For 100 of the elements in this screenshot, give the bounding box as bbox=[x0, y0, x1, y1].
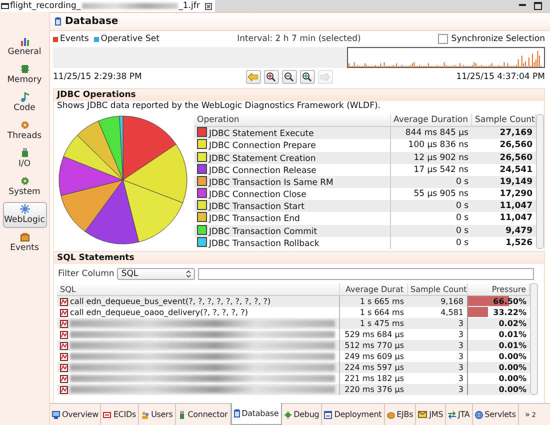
column-header[interactable]: Pressure bbox=[467, 283, 530, 296]
box-icon bbox=[20, 232, 30, 242]
table-cell: 100 µs 836 ns bbox=[390, 139, 472, 152]
sidebar-item[interactable]: Threads bbox=[2, 118, 46, 144]
view-tab[interactable]: EJBs bbox=[384, 404, 416, 425]
chart-icon bbox=[20, 36, 30, 46]
table-cell: 221 ms 182 µs bbox=[339, 373, 407, 384]
table-cell: 249 ms 609 µs bbox=[339, 351, 407, 362]
section-description: Shows JDBC data reported by the WebLogic Diagnostics Framework (WLDF). bbox=[56, 101, 382, 112]
table-cell: 0.01% bbox=[498, 341, 526, 350]
table-cell: 9,479 bbox=[472, 224, 536, 237]
view-tab[interactable]: ECIDs bbox=[101, 404, 140, 425]
view-tab[interactable]: Deployment bbox=[322, 404, 385, 425]
back-button[interactable] bbox=[246, 70, 260, 84]
table-cell: JDBC Transaction Commit bbox=[209, 226, 318, 237]
arrows-icon bbox=[448, 410, 456, 418]
sidebar-item[interactable]: General bbox=[2, 34, 46, 60]
sidebar-item[interactable]: System bbox=[2, 174, 46, 200]
view-tab[interactable]: Overview bbox=[50, 404, 102, 425]
zoom-in-icon bbox=[266, 72, 276, 82]
users-icon bbox=[141, 410, 150, 418]
table-cell: 17,290 bbox=[472, 188, 536, 200]
table-cell: 0.02% bbox=[498, 319, 526, 328]
chip-icon bbox=[20, 64, 30, 74]
sql-icon bbox=[60, 364, 68, 372]
scrollbar[interactable] bbox=[536, 114, 544, 249]
view-tab[interactable]: Users bbox=[139, 404, 176, 425]
note-icon bbox=[20, 92, 30, 102]
start-time: 11/25/15 2:29:38 PM bbox=[53, 72, 143, 82]
view-tab[interactable]: Servlets bbox=[472, 404, 519, 425]
maximize-icon bbox=[534, 2, 542, 10]
filter-field[interactable] bbox=[198, 268, 534, 280]
arrow-left-icon bbox=[248, 72, 258, 80]
sql-icon bbox=[60, 320, 68, 328]
sidebar-item[interactable]: Code bbox=[2, 90, 46, 116]
editor-tab[interactable]: flight_recording_ _1.jfr bbox=[0, 0, 215, 12]
envelope-icon bbox=[418, 411, 428, 418]
sidebar-item[interactable]: WebLogic bbox=[2, 202, 46, 228]
table-cell: 0.00% bbox=[498, 385, 526, 394]
column-header[interactable]: Sample Count bbox=[472, 114, 536, 127]
table-cell: 220 ms 376 µs bbox=[339, 384, 407, 395]
monitor-icon bbox=[52, 410, 60, 418]
window-icon bbox=[1, 3, 9, 9]
table-cell: 0 s bbox=[390, 212, 472, 225]
table-cell: 0 s bbox=[390, 176, 472, 188]
sql-icon bbox=[60, 342, 68, 350]
table-cell: 0 s bbox=[390, 224, 472, 237]
section-header: JDBC Operations bbox=[54, 89, 544, 101]
table-cell: 17 µs 542 ns bbox=[390, 164, 472, 176]
table-cell: JDBC Transaction End bbox=[209, 214, 300, 224]
window-icon bbox=[324, 410, 332, 418]
sidebar-item[interactable]: Events bbox=[2, 230, 46, 256]
zoom-out-button[interactable] bbox=[282, 70, 296, 84]
zoom-in-button[interactable] bbox=[264, 70, 278, 84]
column-header[interactable]: Operation bbox=[194, 114, 390, 127]
table-cell: 24,541 bbox=[472, 164, 536, 176]
scrollbar[interactable] bbox=[530, 283, 538, 395]
table-cell: 3 bbox=[407, 318, 467, 329]
table-cell: 529 ms 684 µs bbox=[339, 329, 407, 340]
tab-title-start: flight_recording_ bbox=[10, 1, 81, 11]
column-header[interactable]: Average Durat bbox=[339, 283, 407, 296]
zoom-selection-button[interactable] bbox=[300, 70, 314, 84]
legend-label: Events bbox=[60, 34, 89, 44]
view-tab[interactable]: JTA bbox=[446, 404, 473, 425]
table-cell: 844 ms 845 µs bbox=[390, 126, 472, 140]
table-cell: JDBC Connection Prepare bbox=[209, 141, 316, 152]
gear-icon bbox=[20, 176, 30, 186]
table-cell: 12 µs 902 ns bbox=[390, 152, 472, 164]
table-cell: 1 s 664 ms bbox=[339, 307, 407, 318]
spinner-arrows-icon bbox=[186, 270, 192, 278]
table-cell: JDBC Connection Release bbox=[209, 166, 316, 176]
sql-icon bbox=[60, 298, 68, 306]
table-cell-text: 26,560 bbox=[498, 139, 534, 152]
sidebar-item[interactable]: I/O bbox=[2, 146, 46, 172]
arrow-right-icon bbox=[320, 72, 330, 80]
table-cell: 3 bbox=[407, 362, 467, 373]
table-cell: call edn_dequeue_bus_event(?, ?, ?, ?, ?, ?, ?, ?, ?) bbox=[70, 296, 271, 307]
table-cell: 1 s 475 ms bbox=[339, 318, 407, 329]
table-cell: 0.00% bbox=[498, 363, 526, 372]
table-cell: 0 s bbox=[390, 236, 472, 249]
column-select[interactable]: SQL bbox=[117, 268, 196, 280]
column-header[interactable]: Average Duration bbox=[390, 114, 472, 127]
legend-label: Operative Set bbox=[100, 34, 160, 44]
checkbox-label: Synchronize Selection bbox=[451, 34, 545, 44]
view-tab[interactable]: Database bbox=[230, 403, 282, 425]
sidebar-item[interactable]: Memory bbox=[2, 62, 46, 88]
view-tab[interactable]: JMS bbox=[416, 404, 446, 425]
table-cell: JDBC Transaction Start bbox=[209, 202, 304, 212]
sql-icon bbox=[60, 374, 68, 382]
sync-checkbox[interactable] bbox=[438, 34, 448, 44]
table-cell: 33.22% bbox=[493, 308, 526, 317]
table-cell: 512 ms 770 µs bbox=[339, 340, 407, 351]
globe-icon bbox=[474, 410, 483, 418]
table-cell: 224 ms 597 µs bbox=[339, 362, 407, 373]
table-cell: JDBC Statement Execute bbox=[209, 129, 314, 140]
column-header[interactable]: SQL bbox=[57, 283, 339, 296]
table-cell: call edn_dequeue_oaoo_delivery(?, ?, ?, ?, ?) bbox=[70, 307, 248, 318]
sql-icon bbox=[60, 352, 68, 360]
table-cell: 55 µs 905 ns bbox=[390, 188, 472, 200]
view-tab[interactable]: Debug bbox=[282, 404, 322, 425]
